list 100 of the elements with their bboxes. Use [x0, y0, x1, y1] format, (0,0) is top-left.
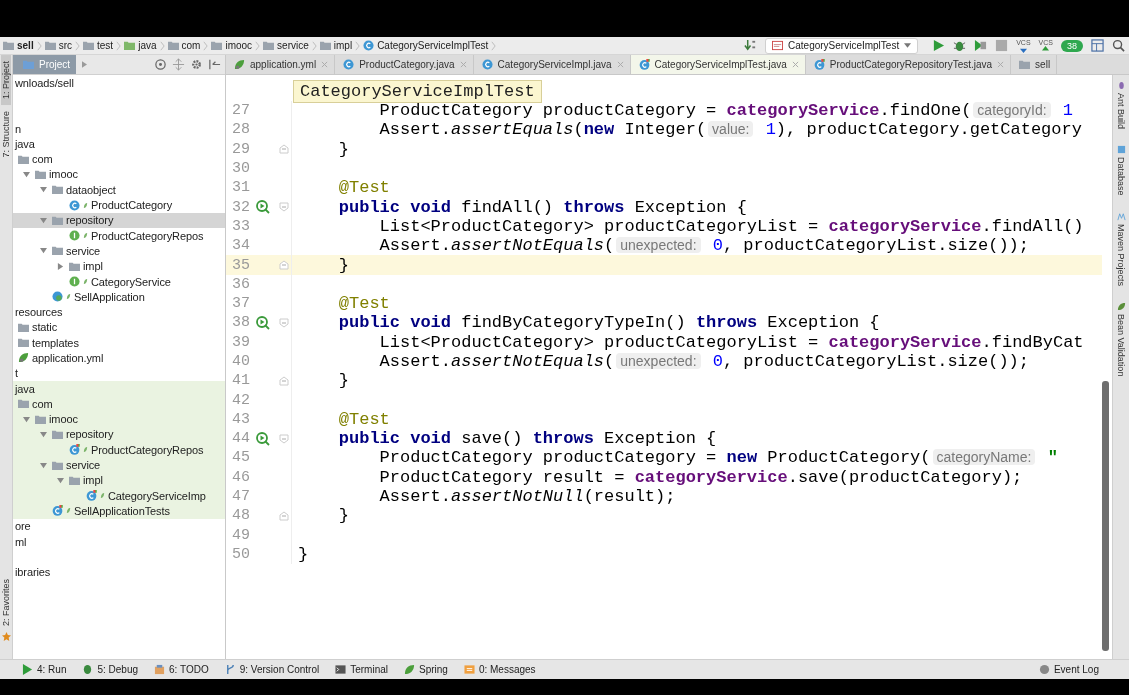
bean-icon [100, 492, 105, 500]
breadcrumb-item[interactable]: java [124, 40, 157, 51]
breadcrumb-item[interactable]: test [83, 40, 114, 51]
expand-arrow-icon[interactable] [22, 415, 30, 423]
tree-item[interactable]: n [13, 120, 225, 137]
run-icon[interactable] [932, 39, 946, 52]
tree-item[interactable]: ml [13, 533, 225, 550]
expand-arrow-icon[interactable] [56, 262, 64, 270]
breadcrumb-item[interactable]: src [44, 40, 73, 51]
tool-window-button[interactable]: 5: Debug [82, 664, 139, 675]
editor-tab[interactable]: CategoryServiceImpl.java [473, 55, 631, 74]
tree-item[interactable]: com [13, 396, 225, 412]
expand-arrow-icon[interactable] [39, 461, 47, 469]
tree-item[interactable]: com [13, 151, 225, 167]
tree-item[interactable]: imooc [13, 166, 225, 183]
interface-icon [69, 276, 80, 287]
tree-item[interactable]: resources [13, 304, 225, 320]
tool-window-tab[interactable]: Ant Build [1116, 81, 1126, 130]
tree-item[interactable]: wnloads/sell [13, 75, 225, 91]
tree-item[interactable]: templates [13, 335, 225, 351]
sort-icon[interactable] [744, 39, 757, 52]
expand-arrow-icon[interactable] [56, 476, 64, 484]
hide-icon[interactable] [208, 58, 221, 71]
event-log-button[interactable]: Event Log [1038, 664, 1099, 675]
bean-icon [83, 201, 88, 209]
tool-window-button[interactable]: 9: Version Control [224, 664, 320, 675]
code-line: } [297, 544, 309, 564]
breadcrumb-item[interactable]: sell [3, 40, 34, 51]
expand-arrow-icon[interactable] [39, 247, 47, 255]
run-test-icon[interactable] [256, 315, 270, 330]
code-line: } [337, 506, 349, 526]
collapse-icon[interactable] [172, 58, 185, 71]
tool-window-tab[interactable]: 1: Project [1, 55, 11, 106]
expand-arrow-icon[interactable] [39, 216, 47, 224]
tool-window-tab[interactable]: Database [1116, 145, 1126, 196]
tree-item[interactable]: java [13, 136, 225, 152]
expand-icon[interactable] [82, 61, 88, 68]
tool-window-button[interactable]: 0: Messages [463, 664, 536, 675]
coverage-icon[interactable] [974, 39, 988, 52]
tree-item[interactable]: ProductCategoryRepos [13, 227, 225, 244]
expand-arrow-icon[interactable] [22, 170, 30, 178]
tool-window-button[interactable]: 6: TODO [154, 664, 209, 675]
run-configuration-dropdown[interactable]: CategoryServiceImplTest [765, 37, 919, 54]
tool-window-tab[interactable]: 2: Favorites [1, 572, 11, 632]
tree-item[interactable]: impl [13, 258, 225, 274]
search-icon[interactable] [1112, 39, 1125, 52]
tree-item[interactable]: CategoryServiceImp [13, 488, 225, 504]
run-test-icon[interactable] [256, 200, 270, 215]
tree-item-label: CategoryServiceImp [108, 489, 206, 502]
close-icon[interactable] [616, 61, 624, 68]
tree-item[interactable]: dataobject [13, 182, 225, 198]
editor-tab[interactable]: CategoryServiceImplTest.java [630, 55, 806, 74]
tree-item[interactable]: ibraries [13, 564, 225, 580]
breadcrumb-item[interactable]: imooc [211, 40, 253, 51]
tool-window-button[interactable]: Spring [404, 664, 448, 675]
settings-icon[interactable] [190, 58, 203, 71]
close-icon[interactable] [997, 61, 1005, 68]
tool-window-button[interactable]: Terminal [335, 664, 388, 675]
breadcrumb-item[interactable]: com [167, 40, 201, 51]
tree-item[interactable]: ProductCategory [13, 197, 225, 213]
tree-item[interactable]: SellApplicationTests [13, 503, 225, 519]
tree-item[interactable]: static [13, 319, 225, 336]
scrollbar-thumb[interactable] [1102, 381, 1109, 651]
tree-item[interactable]: ProductCategoryRepos [13, 442, 225, 458]
editor-tab[interactable]: sell [1011, 55, 1058, 74]
tree-item[interactable]: application.yml [13, 350, 225, 366]
folder-icon [18, 321, 29, 333]
tree-item[interactable]: ore [13, 518, 225, 534]
line-number: 35 [231, 256, 250, 274]
tree-item[interactable]: SellApplication [13, 289, 225, 305]
tree-item[interactable]: service [13, 243, 225, 259]
tool-window-button[interactable]: 4: Run [22, 664, 67, 675]
project-structure-icon[interactable] [1091, 39, 1104, 52]
editor-tab[interactable]: application.yml [226, 55, 336, 74]
close-icon[interactable] [791, 61, 799, 68]
tree-item[interactable]: service [13, 457, 225, 473]
tab-label: CategoryServiceImpl.java [497, 59, 612, 70]
tool-window-tab[interactable]: Bean Validation [1116, 301, 1126, 376]
breadcrumb-item[interactable]: impl [319, 40, 353, 51]
expand-arrow-icon[interactable] [39, 186, 47, 194]
stop-icon[interactable] [995, 39, 1009, 52]
close-icon[interactable] [321, 61, 329, 68]
expand-arrow-icon[interactable] [39, 430, 47, 438]
folder-icon [18, 398, 29, 410]
locate-icon[interactable] [154, 58, 167, 71]
run-test-icon[interactable] [256, 431, 270, 446]
event-log-icon [1038, 664, 1050, 675]
bug-icon[interactable] [953, 39, 967, 52]
editor-tab[interactable]: ProductCategoryRepositoryTest.java [805, 55, 1012, 74]
tree-item-label: n [15, 122, 22, 135]
tree-item[interactable]: t [13, 365, 225, 381]
tool-window-tab[interactable]: 7: Structure [1, 105, 11, 164]
breadcrumb-item[interactable]: CategoryServiceImplTest [363, 40, 489, 51]
tree-item[interactable]: java [13, 380, 225, 397]
close-icon[interactable] [459, 61, 467, 68]
breadcrumb-item[interactable]: service [263, 40, 309, 51]
tree-item[interactable]: CategoryService [13, 273, 225, 290]
editor-tab[interactable]: ProductCategory.java [335, 55, 474, 74]
tree-item[interactable]: repository [13, 212, 225, 228]
tool-window-tab[interactable]: Maven Projects [1116, 211, 1126, 286]
